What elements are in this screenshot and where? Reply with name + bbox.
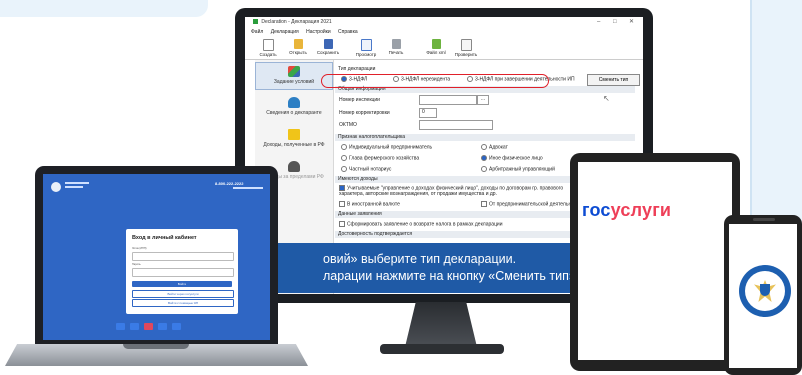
radio-lawyer[interactable]: Адвокат — [481, 144, 508, 150]
minimize-icon[interactable]: – — [597, 17, 600, 28]
radio-farmer-dot — [341, 155, 347, 161]
login-button[interactable]: Войти — [132, 281, 232, 287]
laptop-screen: 8-800-222-2222 Вход в личный кабинет Лог… — [43, 174, 270, 340]
fns-logo-icon — [51, 182, 61, 192]
hotline-phone: 8-800-222-2222 — [215, 181, 244, 186]
phone-speaker — [753, 218, 775, 221]
login-card: Вход в личный кабинет Логин (ИНН) Пароль… — [126, 229, 238, 314]
oktmo-label: ОКТМО — [339, 122, 357, 128]
radio-arbitration[interactable]: Арбитражный управляющий — [481, 166, 555, 172]
settings-shapes-icon — [288, 66, 300, 77]
checkbox-business-income[interactable]: От предпринимательской деятельности — [481, 201, 582, 207]
check-button[interactable]: Проверить — [451, 37, 481, 59]
menu-settings[interactable]: Настройки — [306, 29, 331, 35]
store-icon[interactable] — [116, 323, 125, 330]
inspection-input[interactable] — [419, 95, 477, 105]
sidebar-item-declarant[interactable]: Сведения о декларанте — [255, 94, 333, 122]
save-icon — [323, 39, 333, 49]
inspection-lookup-button[interactable]: ... — [477, 95, 489, 105]
login-input[interactable] — [132, 252, 234, 261]
menu-file[interactable]: Файл — [251, 29, 263, 35]
cursor-icon: ↖ — [603, 94, 610, 103]
radio-other-person[interactable]: Иное физическое лицо — [481, 155, 543, 161]
background-card — [0, 0, 208, 17]
radio-other-dot — [481, 155, 487, 161]
person-icon — [288, 97, 300, 108]
xml-file-button[interactable]: Файл xml — [421, 37, 451, 59]
radio-farmer[interactable]: Глава фермерского хозяйства — [341, 155, 419, 161]
menu-help[interactable]: Справка — [338, 29, 358, 35]
folder-icon — [288, 129, 300, 140]
login-title: Вход в личный кабинет — [132, 235, 197, 241]
checkbox-foreign-currency[interactable]: В иностранной валюте — [339, 201, 400, 207]
checkbox-income-rf[interactable]: Учитываемые "управление о доходах физиче… — [339, 185, 579, 197]
shield-icon — [760, 284, 770, 296]
maximize-icon[interactable]: □ — [613, 17, 617, 28]
checkbox-refund-box — [339, 221, 345, 227]
correction-label: Номер корректировки — [339, 110, 390, 116]
person-tie-icon — [288, 161, 300, 172]
login-field-label: Логин (ИНН) — [132, 247, 147, 250]
open-button[interactable]: Открыть — [283, 37, 313, 59]
menu-declaration[interactable]: Декларация — [271, 29, 299, 35]
password-field-label: Пароль — [132, 263, 141, 266]
tablet-screen — [578, 162, 732, 360]
radio-entrepreneur-dot — [341, 144, 347, 150]
change-type-button[interactable]: Сменить тип — [587, 74, 640, 86]
monitor-stand — [405, 302, 477, 347]
store-icon[interactable] — [144, 323, 153, 330]
store-icon[interactable] — [158, 323, 167, 330]
correction-stepper[interactable]: 0 — [419, 108, 437, 118]
gosuslugi-logo-part1: гос — [582, 200, 611, 220]
toolbar: Создать Открыть Сохранить Просмотр Печат… — [245, 37, 643, 60]
logo-text-line — [65, 186, 83, 188]
checkbox-foreign-box — [339, 201, 345, 207]
section-taxpayer: Признак налогоплательщика — [335, 134, 635, 141]
radio-notary[interactable]: Частный нотариус — [341, 166, 391, 172]
xml-file-icon — [431, 39, 441, 49]
print-icon — [391, 39, 401, 49]
gosuslugi-logo: госуслуги — [582, 200, 671, 221]
signature-login-button[interactable]: Войти с помощью ЭП — [132, 299, 234, 307]
password-input[interactable] — [132, 268, 234, 277]
open-folder-icon — [293, 39, 303, 49]
type-highlight-oval — [321, 74, 549, 88]
checkbox-business-box — [481, 201, 487, 207]
oktmo-input[interactable] — [419, 120, 493, 130]
close-icon[interactable]: ✕ — [629, 17, 634, 28]
preview-button[interactable]: Просмотр — [351, 37, 381, 59]
menu-bar: Файл Декларация Настройки Справка — [245, 28, 643, 37]
gosuslugi-logo-part2: услуги — [610, 200, 672, 220]
inspection-label: Номер инспекции — [339, 97, 380, 103]
checkbox-refund-application[interactable]: Сформировать заявление о возврате налога… — [339, 221, 503, 227]
gosuslugi-login-button[interactable]: Войти через госуслуги — [132, 290, 234, 298]
print-button[interactable]: Печать — [381, 37, 411, 59]
new-doc-icon — [262, 39, 274, 51]
app-icon — [253, 19, 258, 25]
app-store-bar — [106, 320, 206, 334]
save-button[interactable]: Сохранить — [313, 37, 343, 59]
checkbox-income-rf-box — [339, 185, 345, 191]
sidebar-item-income-rf[interactable]: Доходы, полученные в РФ — [255, 126, 333, 154]
store-icon[interactable] — [172, 323, 181, 330]
hotline-caption — [233, 187, 263, 189]
radio-lawyer-dot — [481, 144, 487, 150]
logo-text-line — [65, 182, 89, 184]
preview-icon — [360, 39, 372, 51]
window-title: Declaration - Декларация 2021 — [261, 19, 332, 25]
window-titlebar: Declaration - Декларация 2021 – □ ✕ — [245, 17, 643, 28]
store-icon[interactable] — [130, 323, 139, 330]
laptop-hinge — [123, 344, 189, 349]
radio-arbitration-dot — [481, 166, 487, 172]
create-button[interactable]: Создать — [253, 37, 283, 59]
radio-entrepreneur[interactable]: Индивидуальный предприниматель — [341, 144, 432, 150]
check-icon — [460, 39, 472, 51]
radio-notary-dot — [341, 166, 347, 172]
monitor-stand-base — [380, 344, 504, 354]
section-declaration-type: Тип декларации — [335, 66, 635, 73]
